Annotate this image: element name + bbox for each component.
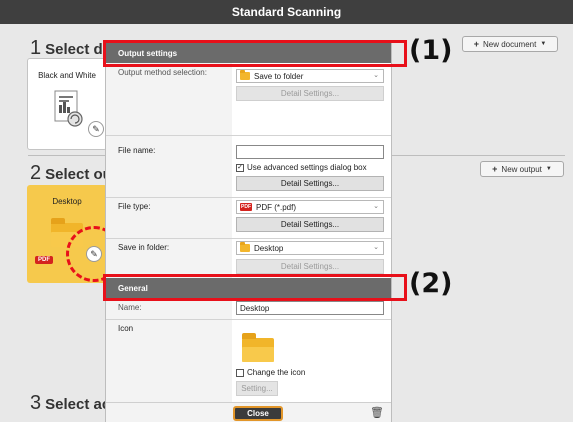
checkbox-unchecked-icon bbox=[236, 368, 244, 377]
save-in-folder-select[interactable]: Desktop ⌄ bbox=[236, 241, 384, 255]
edit-document-button[interactable]: ✎ bbox=[88, 121, 104, 137]
output-method-label: Output method selection: bbox=[118, 68, 207, 77]
icon-setting-button[interactable]: Setting... bbox=[236, 381, 278, 396]
row-divider bbox=[106, 135, 391, 136]
file-type-label: File type: bbox=[118, 202, 151, 211]
chevron-down-icon: ⌄ bbox=[373, 244, 379, 251]
file-name-label: File name: bbox=[118, 146, 156, 155]
icon-label: Icon bbox=[118, 324, 134, 333]
trash-icon[interactable]: 🗑 bbox=[370, 406, 384, 419]
caret-down-icon: ▼ bbox=[545, 166, 552, 172]
detail-settings-save-folder-button[interactable]: Detail Settings... bbox=[236, 259, 384, 274]
use-advanced-settings-checkbox[interactable]: ✓ Use advanced settings dialog box bbox=[236, 163, 367, 172]
detail-settings-file-name-button[interactable]: Detail Settings... bbox=[236, 176, 384, 191]
name-input[interactable]: Desktop bbox=[236, 301, 384, 315]
callout-label-2: (2) bbox=[409, 268, 453, 299]
name-label: Name: bbox=[118, 303, 142, 312]
plus-icon: + bbox=[473, 39, 479, 49]
pdf-badge: PDF bbox=[35, 256, 53, 264]
output-folder-icon bbox=[242, 333, 274, 362]
pencil-icon: ✎ bbox=[92, 123, 100, 134]
row-divider bbox=[106, 319, 391, 320]
save-in-folder-label: Save in folder: bbox=[118, 243, 170, 252]
section-select-action: 3Select act bbox=[30, 392, 108, 414]
document-scan-icon bbox=[54, 90, 83, 127]
output-card-label: Desktop bbox=[52, 197, 82, 206]
plus-icon: + bbox=[492, 164, 498, 174]
dialog-label-column bbox=[106, 40, 232, 422]
checkbox-checked-icon: ✓ bbox=[236, 163, 244, 172]
folder-icon bbox=[240, 242, 250, 252]
pdf-icon: PDF bbox=[240, 203, 252, 211]
callout-label-1: (1) bbox=[409, 35, 453, 66]
file-type-select[interactable]: PDF PDF (*.pdf) ⌄ bbox=[236, 200, 384, 214]
file-name-input[interactable] bbox=[236, 145, 384, 159]
window-title: Standard Scanning bbox=[231, 5, 342, 19]
output-method-select[interactable]: Save to folder ⌄ bbox=[236, 69, 384, 83]
window-titlebar: Standard Scanning bbox=[0, 0, 573, 24]
callout-box-output-settings bbox=[103, 40, 407, 67]
detail-settings-file-type-button[interactable]: Detail Settings... bbox=[236, 217, 384, 232]
new-output-button[interactable]: + New output ▼ bbox=[480, 161, 564, 177]
folder-icon bbox=[240, 70, 250, 80]
row-divider bbox=[106, 238, 391, 239]
edit-output-button[interactable]: ✎ bbox=[86, 246, 102, 262]
section-select-output: 2Select out bbox=[30, 162, 108, 184]
dialog-footer: Close 🗑 bbox=[106, 402, 391, 422]
chevron-down-icon: ⌄ bbox=[373, 203, 379, 210]
change-icon-checkbox[interactable]: Change the icon bbox=[236, 368, 305, 377]
detail-settings-output-method-button[interactable]: Detail Settings... bbox=[236, 86, 384, 101]
row-divider bbox=[106, 197, 391, 198]
document-card-label: Black and White bbox=[38, 71, 96, 80]
document-card-black-and-white[interactable]: Black and White ✎ bbox=[27, 58, 107, 150]
close-button[interactable]: Close bbox=[233, 406, 283, 421]
section-select-document: 1 Select do bbox=[30, 37, 110, 59]
output-settings-dialog: Output settings Output method selection:… bbox=[105, 40, 392, 422]
pencil-icon: ✎ bbox=[90, 248, 98, 259]
chevron-down-icon: ⌄ bbox=[373, 72, 379, 79]
caret-down-icon: ▼ bbox=[540, 41, 547, 47]
new-document-button[interactable]: + New document ▼ bbox=[462, 36, 558, 52]
callout-box-general bbox=[103, 274, 407, 301]
